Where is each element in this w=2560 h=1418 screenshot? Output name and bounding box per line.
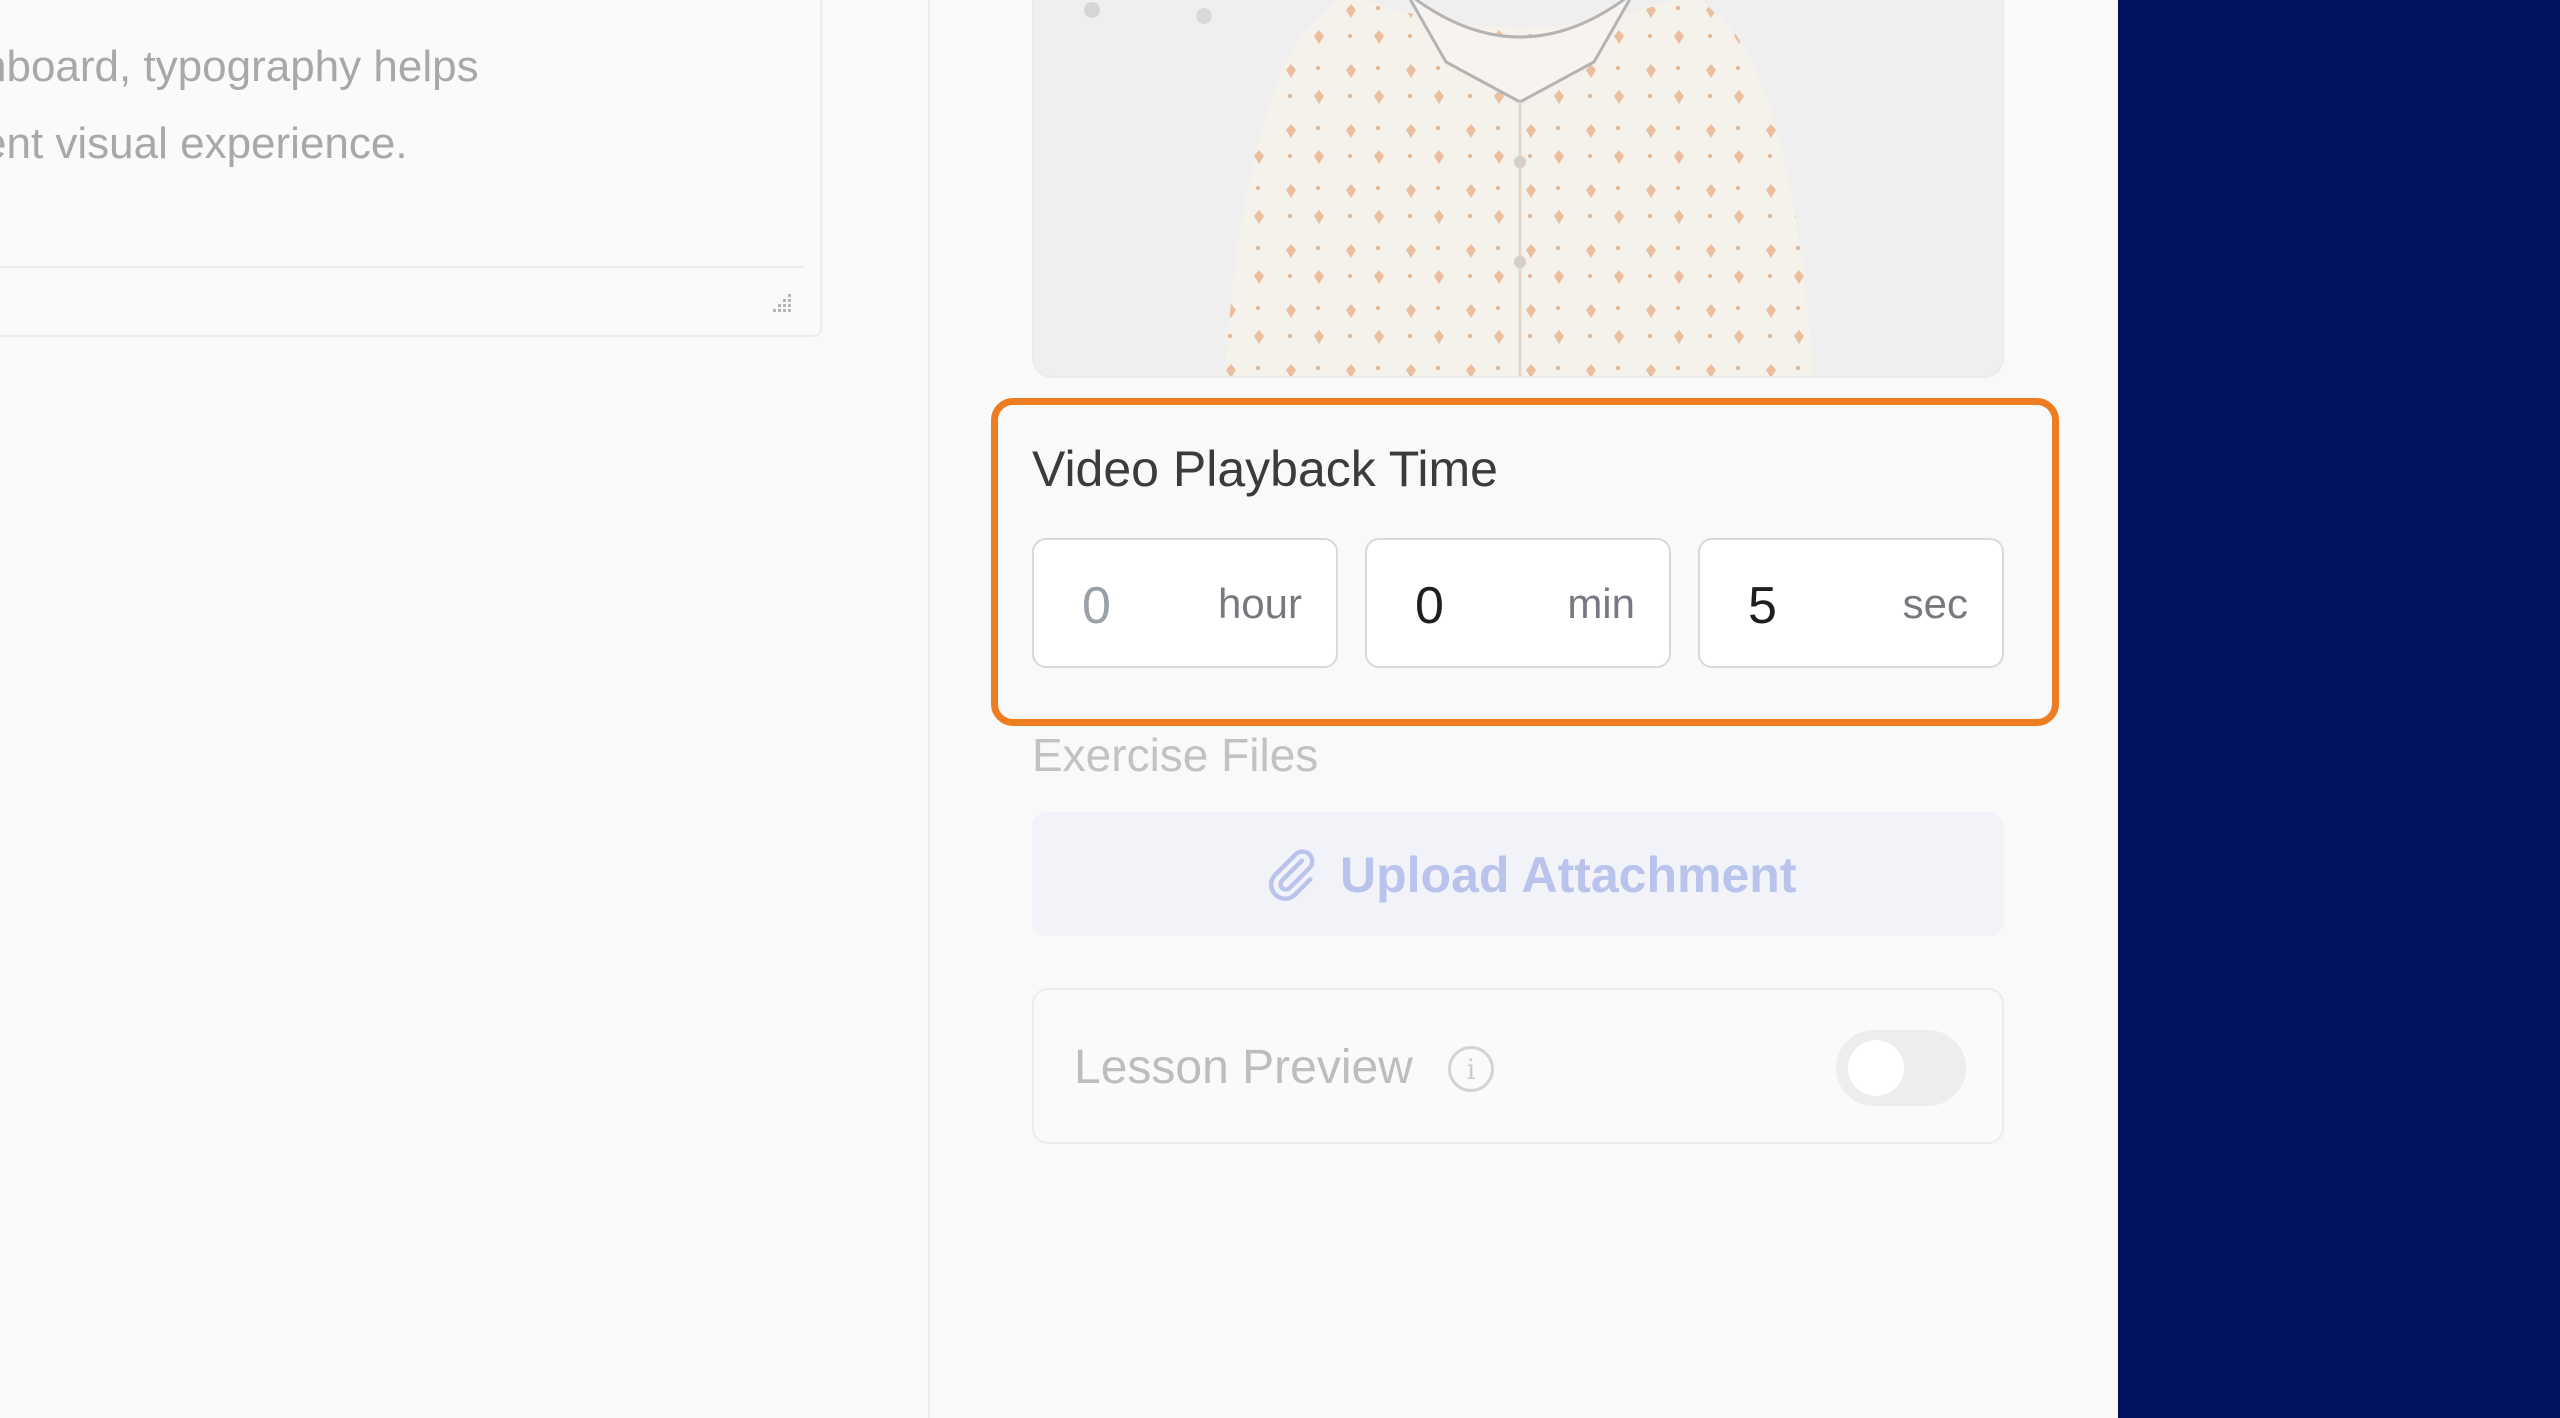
description-textarea[interactable]: hboard, typography helps ent visual expe… bbox=[0, 0, 822, 337]
video-playback-title: Video Playback Time bbox=[1032, 441, 1498, 497]
lesson-preview-toggle[interactable] bbox=[1836, 1030, 1966, 1106]
seconds-unit: sec bbox=[1902, 580, 1968, 627]
seconds-value: 5 bbox=[1748, 577, 1777, 635]
upload-attachment-button[interactable]: Upload Attachment bbox=[1032, 812, 2004, 936]
seconds-input[interactable]: 5 sec bbox=[1698, 538, 2004, 668]
lesson-preview-label: Lesson Preview bbox=[1074, 1041, 1413, 1094]
hours-input[interactable]: 0 hour bbox=[1032, 538, 1338, 668]
textarea-divider bbox=[0, 266, 804, 268]
description-text: hboard, typography helps ent visual expe… bbox=[0, 28, 479, 182]
description-line-1: hboard, typography helps bbox=[0, 42, 479, 91]
lesson-editor-pane: hboard, typography helps ent visual expe… bbox=[0, 0, 930, 1418]
minutes-input[interactable]: 0 min bbox=[1365, 538, 1671, 668]
lesson-preview-card: Lesson Preview bbox=[1032, 988, 2004, 1144]
exercise-files-label: Exercise Files bbox=[1032, 729, 1319, 781]
video-thumbnail bbox=[1032, 0, 2004, 378]
minutes-value: 0 bbox=[1415, 577, 1444, 635]
upload-attachment-label: Upload Attachment bbox=[1340, 847, 1797, 903]
description-line-2: ent visual experience. bbox=[0, 119, 408, 168]
info-icon[interactable] bbox=[1448, 1046, 1494, 1092]
toggle-knob bbox=[1848, 1040, 1904, 1096]
side-panel-overlay bbox=[2118, 0, 2560, 1418]
paperclip-icon bbox=[1269, 849, 1315, 901]
thumbnail-image bbox=[1034, 0, 2002, 376]
hours-value: 0 bbox=[1082, 577, 1111, 635]
resize-grip-icon[interactable] bbox=[766, 290, 794, 318]
minutes-unit: min bbox=[1567, 580, 1635, 627]
hours-unit: hour bbox=[1217, 580, 1302, 627]
